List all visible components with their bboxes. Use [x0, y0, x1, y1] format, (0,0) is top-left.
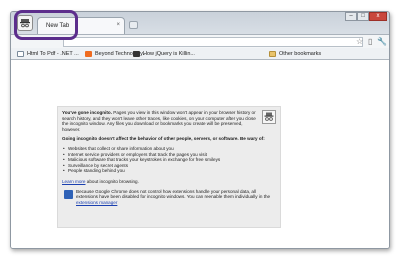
tab-close-icon[interactable]: ×	[116, 22, 120, 28]
learn-more-link[interactable]: Learn more	[62, 179, 86, 184]
bookmark-item[interactable]: Html To Pdf - .NET ...	[17, 50, 79, 58]
bookmark-item[interactable]: How jQuery is Killin...	[133, 50, 195, 58]
incognito-spy-icon	[262, 110, 276, 124]
wrench-icon[interactable]: 🔧	[377, 37, 387, 46]
page-content: You've gone incognito. Pages you view in…	[11, 60, 389, 248]
warning-list: Websites that collect or share informati…	[62, 146, 276, 174]
warning-text: Going incognito doesn't affect the behav…	[62, 136, 265, 142]
learn-more-line: Learn more about incognito browsing.	[62, 179, 276, 185]
bookmarks-bar: Html To Pdf - .NET ... Beyond Technology…	[11, 48, 389, 60]
window-controls: – □ x	[345, 12, 387, 21]
close-window-button[interactable]: x	[369, 12, 387, 21]
new-tab-button[interactable]	[129, 21, 138, 29]
incognito-info-card: You've gone incognito. Pages you view in…	[57, 106, 281, 228]
learn-more-suffix: about incognito browsing.	[85, 178, 139, 184]
incognito-warning: Going incognito doesn't affect the behav…	[62, 136, 276, 142]
list-item: People standing behind you	[62, 168, 276, 174]
tab-highlight-annotation	[14, 10, 78, 40]
extensions-text: Because Google Chrome does not control h…	[76, 188, 271, 200]
address-bar[interactable]	[63, 37, 363, 47]
bookmark-label: How jQuery is Killin...	[143, 51, 195, 57]
maximize-button[interactable]: □	[357, 12, 369, 21]
page-menu-icon[interactable]: ▯	[368, 37, 372, 46]
incognito-intro: You've gone incognito. Pages you view in…	[62, 110, 276, 132]
folder-icon	[269, 51, 276, 57]
page-icon	[17, 51, 24, 57]
bookmark-label: Html To Pdf - .NET ...	[27, 51, 79, 57]
blogger-icon	[85, 51, 92, 57]
bookmark-label: Other bookmarks	[279, 51, 322, 57]
site-icon	[133, 51, 140, 57]
extensions-manager-link[interactable]: extensions manager	[76, 200, 117, 205]
star-icon[interactable]: ☆	[356, 37, 363, 46]
browser-window: New Tab × – □ x ☆ ▯ 🔧 Html To Pdf - .NET…	[10, 11, 390, 249]
extensions-notice: Because Google Chrome does not control h…	[62, 189, 276, 206]
incognito-title: You've gone incognito.	[62, 110, 113, 115]
extension-icon	[64, 189, 73, 199]
minimize-button[interactable]: –	[345, 12, 357, 21]
other-bookmarks[interactable]: Other bookmarks	[269, 50, 321, 58]
